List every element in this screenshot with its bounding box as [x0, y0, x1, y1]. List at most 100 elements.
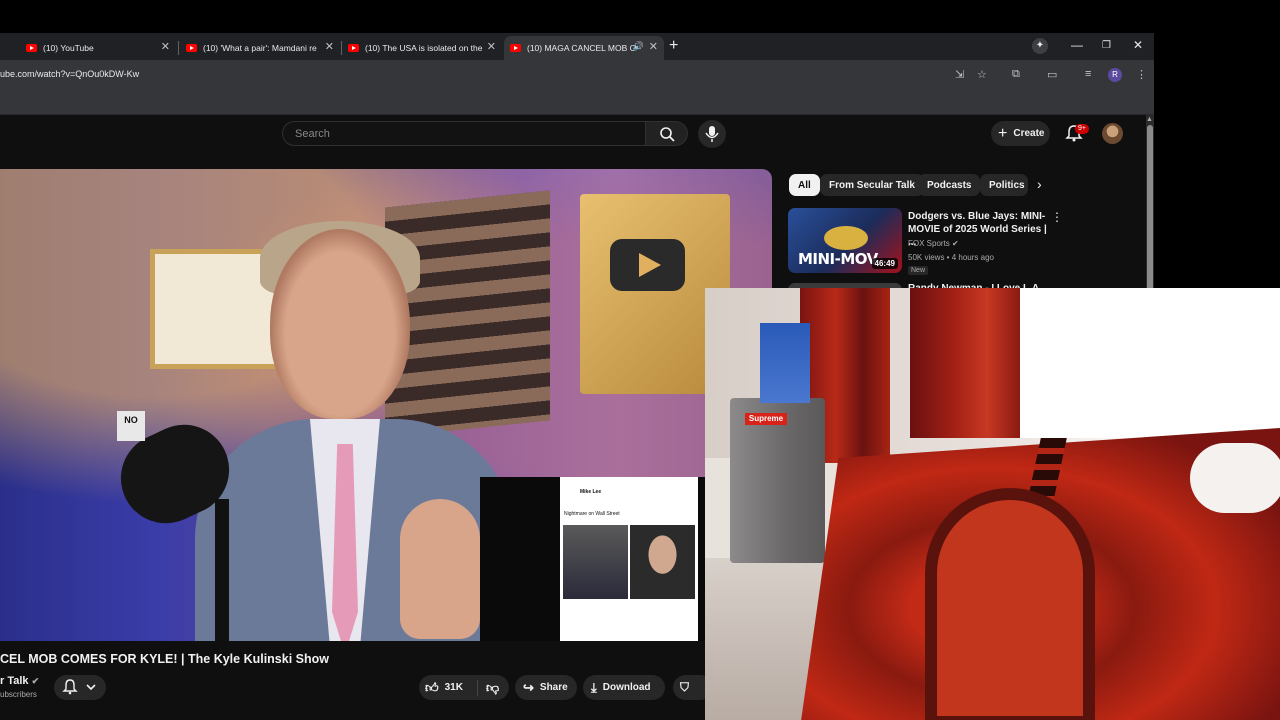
search-button[interactable] [646, 121, 688, 146]
scrollbar-thumb[interactable] [1147, 125, 1153, 290]
tab-title: (10) YouTube [43, 43, 94, 53]
download-icon: ⤓ [591, 679, 597, 695]
tab-youtube[interactable]: (10) YouTube ✕ [0, 36, 176, 60]
close-tab-icon[interactable]: ✕ [325, 42, 334, 53]
video-tweet-overlay: Mike Lee Nightmare on Wall Street [480, 477, 705, 641]
tab-mamdani[interactable]: (10) 'What a pair': Mamdani re ✕ [180, 36, 340, 60]
new-tab-icon[interactable]: + [669, 37, 678, 55]
close-window-icon[interactable]: ✕ [1133, 38, 1143, 52]
video-player[interactable]: NO Mike Lee Nightmare on Wall Street [0, 169, 772, 641]
create-button[interactable]: + Create [991, 121, 1050, 146]
tab-usa-isolated[interactable]: (10) The USA is isolated on the ✕ [342, 36, 502, 60]
channel-name-text: r Talk [0, 675, 29, 687]
tab-maga-cancel-mob[interactable]: (10) MAGA CANCEL MOB C 🔊 ✕ [504, 36, 664, 60]
new-badge: New [908, 266, 929, 275]
subscription-bell-button[interactable] [54, 675, 106, 700]
related-video-thumbnail[interactable]: MINI-MOV 46:49 [788, 208, 902, 273]
voice-search-button[interactable] [698, 120, 726, 148]
tweet-card: Mike Lee Nightmare on Wall Street [560, 477, 698, 641]
close-tab-icon[interactable]: ✕ [161, 42, 170, 53]
video-duration: 46:49 [871, 258, 898, 269]
reading-list-icon[interactable]: ≡ [1085, 68, 1091, 80]
address-bar-url[interactable]: ube.com/watch?v=QnOu0kDW-Kw [0, 69, 139, 79]
like-button[interactable]: 👍︎ 31K [419, 680, 463, 696]
video-mic-stand [215, 499, 229, 641]
account-avatar[interactable] [1102, 123, 1123, 144]
restore-icon[interactable]: ❐ [1102, 40, 1111, 51]
more-options-icon[interactable]: ⋮ [1051, 210, 1063, 224]
verified-icon: ✔ [952, 239, 959, 248]
media-control-icon[interactable]: ▭ [1047, 68, 1057, 81]
play-icon [610, 239, 685, 291]
browser-chrome: (10) YouTube ✕ (10) 'What a pair': Mamda… [0, 33, 1154, 115]
webcam-window [1005, 288, 1280, 438]
webcam-overlay: Supreme [705, 288, 1280, 720]
dislike-button[interactable]: 👎︎ [476, 679, 499, 696]
search-input[interactable] [283, 122, 645, 145]
microphone-icon [705, 126, 719, 142]
thumbnail-text: MINI-MOV [798, 250, 878, 268]
tab-title: (10) 'What a pair': Mamdani re [203, 43, 317, 53]
youtube-favicon-icon [348, 44, 359, 52]
related-channel-name: FOX Sports [908, 239, 950, 248]
download-label: Download [602, 682, 651, 693]
video-hand [400, 499, 480, 639]
share-icon: ↪ [523, 679, 534, 695]
plus-icon: + [998, 124, 1008, 142]
chip-politics[interactable]: Politics [980, 174, 1028, 196]
youtube-favicon-icon [26, 44, 37, 52]
tab-title: (10) The USA is isolated on the [365, 43, 483, 53]
bookmark-star-icon[interactable]: ☆ [977, 68, 987, 81]
notification-count-badge: 9+ [1075, 124, 1089, 134]
browser-menu-icon[interactable]: ⋮ [1136, 68, 1147, 81]
chip-all[interactable]: All [789, 174, 820, 196]
gemini-sparkle-icon[interactable]: ✦ [1032, 38, 1048, 54]
chip-from-secular-talk[interactable]: From Secular Talk [820, 174, 924, 196]
youtube-favicon-icon [186, 44, 197, 52]
minimize-icon[interactable]: — [1071, 38, 1083, 52]
profile-avatar[interactable]: R [1108, 68, 1122, 82]
address-toolbar: ube.com/watch?v=QnOu0kDW-Kw ⇲ ☆ ⧉ ▭ ≡ R … [0, 60, 1154, 90]
channel-name[interactable]: r Talk ✔ [0, 675, 39, 687]
subscriber-count: ubscribers [0, 690, 37, 699]
share-label: Share [539, 682, 568, 693]
tab-divider [178, 41, 179, 55]
tweet-text: Nightmare on Wall Street [564, 511, 620, 517]
close-tab-icon[interactable]: ✕ [487, 42, 496, 53]
webcam-pillow [1190, 443, 1280, 513]
search-box[interactable] [282, 121, 646, 146]
related-video-meta: 50K views • 4 hours ago [908, 253, 994, 262]
webcam-curtain-right [910, 288, 1020, 438]
webcam-sticker: Supreme [745, 413, 787, 425]
search-icon [660, 127, 675, 142]
chevron-right-icon[interactable]: › [1037, 176, 1042, 192]
video-title: CEL MOB COMES FOR KYLE! | The Kyle Kulin… [0, 652, 329, 666]
tab-strip: (10) YouTube ✕ (10) 'What a pair': Mamda… [0, 33, 1154, 60]
webcam-chair [925, 488, 1095, 720]
bell-icon [62, 679, 96, 695]
like-dislike-group: 👍︎ 31K 👎︎ [419, 675, 509, 700]
share-button[interactable]: ↪ Share [515, 675, 577, 700]
bookmarks-bar [0, 90, 1154, 115]
youtube-favicon-icon [510, 44, 521, 52]
webcam-box [760, 323, 810, 403]
tab-title: (10) MAGA CANCEL MOB C [527, 43, 636, 53]
create-label: Create [1013, 128, 1045, 139]
download-button[interactable]: ⤓ Download [583, 675, 665, 700]
related-video-channel[interactable]: FOX Sports ✔ [908, 239, 959, 248]
extensions-icon[interactable]: ⧉ [1012, 68, 1020, 81]
verified-icon: ✔ [31, 676, 40, 686]
scroll-up-arrow-icon[interactable]: ▲ [1146, 116, 1153, 123]
install-app-icon[interactable]: ⇲ [955, 68, 964, 81]
thumbs-up-icon: 👍︎ [425, 679, 439, 695]
speaker-icon[interactable]: 🔊 [633, 41, 644, 52]
tweet-author: Mike Lee [580, 489, 602, 495]
tweet-image-left [563, 525, 628, 599]
like-count: 31K [444, 682, 463, 693]
video-no-sign: NO [117, 411, 145, 441]
world-series-logo [824, 226, 868, 250]
thanks-icon: ⛉ [680, 680, 690, 694]
chip-podcasts[interactable]: Podcasts [918, 174, 981, 196]
tweet-image-right [630, 525, 695, 599]
close-tab-icon[interactable]: ✕ [649, 42, 658, 53]
